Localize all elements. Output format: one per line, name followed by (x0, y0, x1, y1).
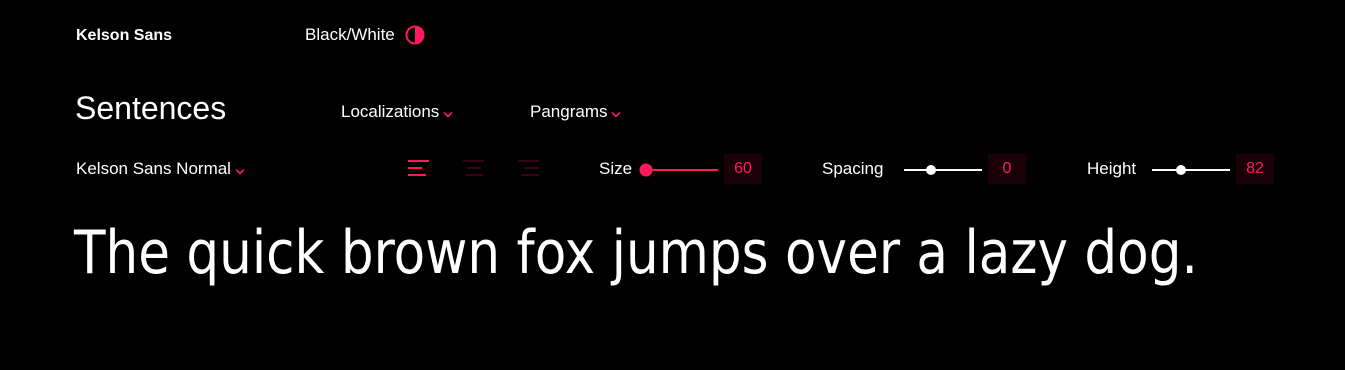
spacing-label: Spacing (822, 159, 884, 178)
chevron-down-icon (443, 111, 453, 118)
pangrams-dropdown[interactable]: Pangrams (530, 101, 622, 123)
align-left-icon[interactable] (408, 158, 430, 178)
spacing-value-input[interactable]: 0 (988, 154, 1026, 184)
spacing-slider-handle (926, 165, 936, 175)
spacing-slider[interactable] (902, 159, 984, 186)
align-center-icon[interactable] (463, 158, 485, 178)
sample-text[interactable]: The quick brown fox jumps over a lazy do… (74, 212, 1198, 294)
height-value-input[interactable]: 82 (1236, 154, 1274, 184)
font-style-dropdown[interactable]: Kelson Sans Normal (76, 158, 245, 180)
chevron-down-icon (611, 111, 622, 118)
localizations-dropdown[interactable]: Localizations (341, 101, 453, 123)
height-label: Height (1087, 159, 1137, 178)
font-style-label: Kelson Sans Normal (76, 159, 231, 178)
height-slider[interactable] (1150, 159, 1232, 186)
size-slider[interactable] (638, 159, 720, 186)
localizations-label: Localizations (341, 102, 440, 121)
page-title: Sentences (75, 90, 227, 126)
size-slider-handle (639, 163, 653, 177)
size-value-input[interactable]: 60 (724, 154, 762, 184)
theme-toggle-label: Black/White (305, 25, 395, 44)
alignment-buttons (408, 158, 540, 178)
height-slider-handle (1176, 165, 1186, 175)
theme-toggle[interactable]: Black/White (305, 24, 425, 46)
brand-name: Kelson Sans (76, 27, 173, 44)
size-label: Size (599, 159, 633, 178)
half-circle-icon (405, 25, 425, 45)
align-right-icon[interactable] (518, 158, 540, 178)
pangrams-label: Pangrams (530, 102, 608, 121)
chevron-down-icon (235, 168, 245, 175)
